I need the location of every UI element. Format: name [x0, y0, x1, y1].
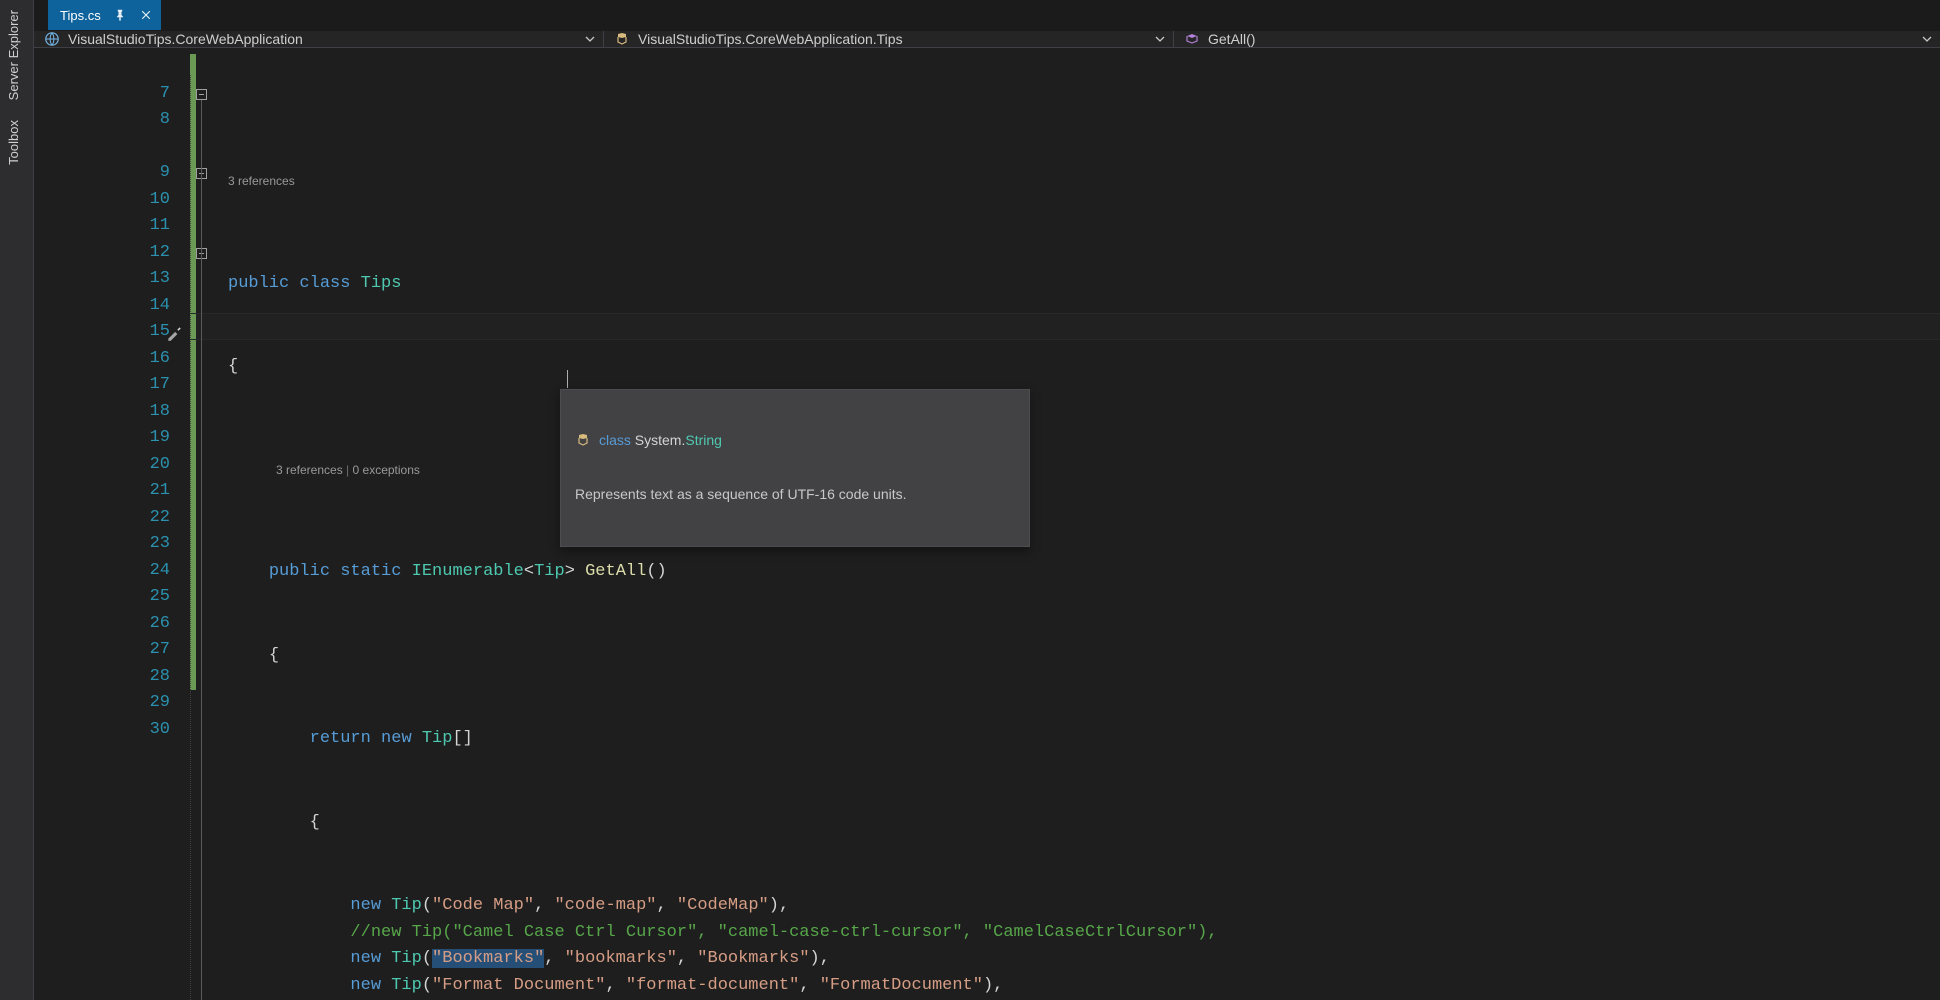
app-root: Server Explorer Toolbox Tips.cs: [0, 0, 1940, 1000]
nav-project-label: VisualStudioTips.CoreWebApplication: [68, 31, 303, 47]
document-tab-title: Tips.cs: [60, 8, 101, 23]
code-line: return new Tip[]: [228, 726, 1940, 753]
class-icon: [575, 432, 591, 448]
line-number: 14: [34, 293, 190, 320]
line-number: 13: [34, 266, 190, 293]
line-number: 21: [34, 478, 190, 505]
close-icon[interactable]: [139, 8, 153, 22]
line-number: 30: [34, 717, 190, 744]
code-editor[interactable]: . 78.91011121314151617181920212223242526…: [34, 48, 1940, 1000]
line-number: 7: [34, 81, 190, 108]
line-number: 20: [34, 452, 190, 479]
line-number: 25: [34, 584, 190, 611]
line-number: 9: [34, 160, 190, 187]
navigation-bar: VisualStudioTips.CoreWebApplication Visu…: [34, 31, 1940, 48]
text-caret: [567, 370, 568, 388]
code-line: new Tip("Code Map", "code-map", "CodeMap…: [228, 893, 1940, 920]
line-number: 18: [34, 399, 190, 426]
line-number: 12: [34, 240, 190, 267]
main-area: Tips.cs VisualStudioTips.CoreWebApplicat…: [34, 0, 1940, 1000]
codelens-method[interactable]: 3 references | 0 exceptions: [228, 457, 1940, 484]
nav-project-dropdown[interactable]: VisualStudioTips.CoreWebApplication: [34, 31, 604, 47]
line-number: 16: [34, 346, 190, 373]
outlining-margin: [196, 54, 210, 1000]
nav-member-label: GetAll(): [1208, 31, 1255, 47]
fold-toggle[interactable]: [196, 89, 207, 100]
line-number: 10: [34, 187, 190, 214]
chevron-down-icon: [1922, 31, 1932, 47]
server-explorer-tab[interactable]: Server Explorer: [0, 0, 27, 110]
line-number: 29: [34, 690, 190, 717]
method-icon: [1184, 31, 1200, 47]
nav-type-label: VisualStudioTips.CoreWebApplication.Tips: [638, 31, 903, 47]
line-number: 11: [34, 213, 190, 240]
globe-icon: [44, 31, 60, 47]
nav-type-dropdown[interactable]: VisualStudioTips.CoreWebApplication.Tips: [604, 31, 1174, 47]
pin-icon[interactable]: [113, 8, 127, 22]
code-body[interactable]: 3 references public class Tips { 3 refer…: [190, 48, 1940, 1000]
quick-action-glyph[interactable]: [165, 324, 183, 348]
code-line: //new Tip("Camel Case Ctrl Cursor", "cam…: [228, 920, 1940, 947]
code-line: {: [228, 643, 1940, 670]
code-line: new Tip("Format Document", "format-docum…: [228, 973, 1940, 1000]
line-number: 23: [34, 531, 190, 558]
line-number: 19: [34, 425, 190, 452]
class-icon: [614, 31, 630, 47]
quickinfo-tooltip: class System.String Represents text as a…: [560, 389, 1030, 547]
document-tab-bar: Tips.cs: [34, 0, 1940, 31]
nav-member-dropdown[interactable]: GetAll(): [1174, 31, 1940, 47]
line-number-gutter: . 78.91011121314151617181920212223242526…: [34, 48, 190, 1000]
line-number: 27: [34, 637, 190, 664]
code-line: {: [228, 354, 1940, 381]
codelens-class[interactable]: 3 references: [228, 168, 1940, 195]
line-number: 26: [34, 611, 190, 638]
line-number: 22: [34, 505, 190, 532]
line-number: 24: [34, 558, 190, 585]
line-number: 28: [34, 664, 190, 691]
code-line: public class Tips: [228, 271, 1940, 298]
document-tab-tips-cs[interactable]: Tips.cs: [48, 0, 161, 30]
code-line: new Tip("Bookmarks", "bookmarks", "Bookm…: [228, 946, 1940, 973]
chevron-down-icon: [1155, 31, 1165, 47]
chevron-down-icon: [585, 31, 595, 47]
toolbox-tab[interactable]: Toolbox: [0, 110, 27, 175]
line-number: 8: [34, 107, 190, 134]
line-number: 17: [34, 372, 190, 399]
code-line: {: [228, 810, 1940, 837]
side-toolwindow-tabs: Server Explorer Toolbox: [0, 0, 34, 1000]
code-line: public static IEnumerable<Tip> GetAll(): [228, 559, 1940, 586]
current-line-highlight: [190, 313, 1940, 340]
